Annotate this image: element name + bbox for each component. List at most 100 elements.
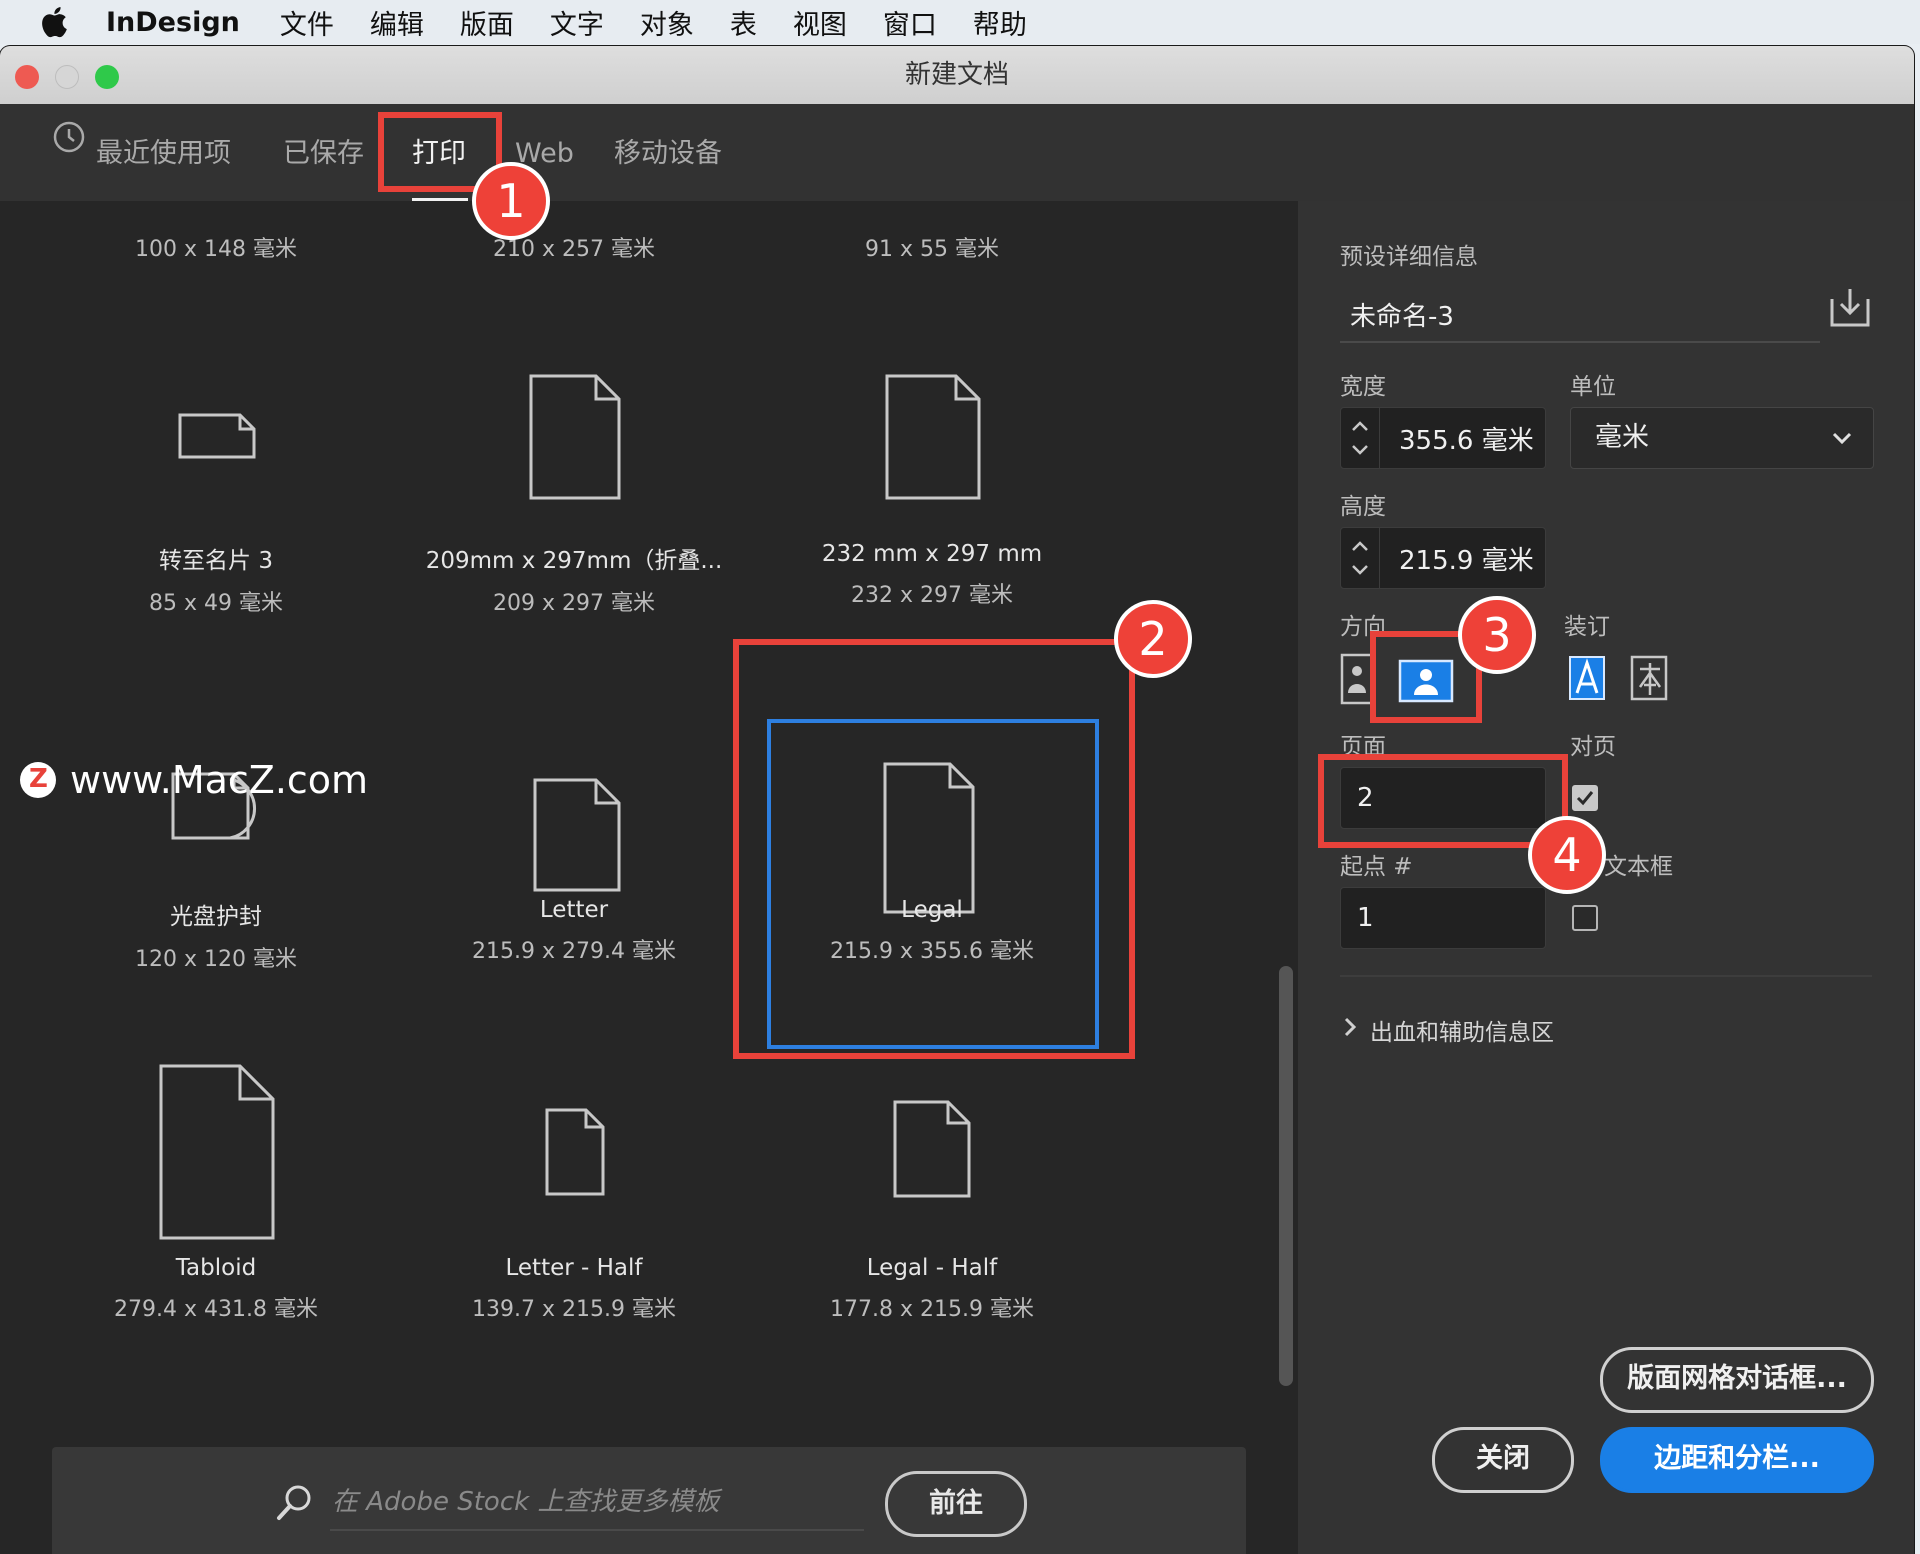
section-title: 预设详细信息: [1340, 244, 1478, 270]
document-preset-icon: [885, 374, 981, 500]
preset-name: Tabloid: [175, 1255, 257, 1281]
menu-edit[interactable]: 编辑: [370, 3, 424, 42]
right-to-left-binding-icon[interactable]: [1628, 653, 1670, 703]
preset-tile-folded[interactable]: 209mm x 297mm（折叠... 209 x 297 毫米: [394, 541, 754, 617]
zoom-window-button[interactable]: [95, 65, 119, 89]
preset-size: 139.7 x 215.9 毫米: [472, 1297, 676, 1322]
preset-tile[interactable]: 100 x 148 毫米: [36, 231, 396, 263]
macz-logo-icon: Z: [20, 762, 56, 798]
panel-divider: [1340, 975, 1872, 977]
preset-tile-legal-half[interactable]: Legal - Half 177.8 x 215.9 毫米: [752, 1255, 1112, 1323]
height-value: 215.9 毫米: [1399, 545, 1534, 576]
preset-name: 232 mm x 297 mm: [821, 541, 1043, 567]
step-badge-4: 4: [1528, 816, 1606, 894]
start-page-value: 1: [1357, 903, 1374, 933]
menu-app-name[interactable]: InDesign: [106, 7, 240, 38]
preset-size: 120 x 120 毫米: [135, 947, 297, 972]
preset-name: 209mm x 297mm（折叠...: [425, 548, 723, 574]
preset-size: 100 x 148 毫米: [135, 237, 297, 262]
minimize-window-button[interactable]: [55, 65, 79, 89]
preset-tile-cd-cover[interactable]: 光盘护封 120 x 120 毫米: [36, 897, 396, 973]
preset-name: Legal - Half: [866, 1255, 998, 1281]
apple-logo-icon[interactable]: [38, 4, 74, 40]
menu-type[interactable]: 文字: [550, 3, 604, 42]
preset-name: Letter - Half: [505, 1255, 643, 1281]
width-stepper[interactable]: [1341, 408, 1380, 468]
height-field[interactable]: 215.9 毫米: [1340, 527, 1546, 589]
start-page-input[interactable]: 1: [1340, 887, 1546, 949]
primary-text-frame-label: 文本框: [1604, 854, 1673, 880]
preset-tile[interactable]: 210 x 257 毫米: [394, 231, 754, 263]
chevron-down-icon: [1832, 432, 1852, 445]
menu-file[interactable]: 文件: [280, 3, 334, 42]
category-tabs: 最近使用项 已保存 打印 Web 移动设备: [0, 104, 1914, 205]
binding-label: 装订: [1564, 614, 1610, 640]
preset-tile-card[interactable]: 转至名片 3 85 x 49 毫米: [36, 541, 396, 617]
go-button[interactable]: 前往: [885, 1471, 1027, 1537]
bleed-slug-section[interactable]: 出血和辅助信息区: [1370, 1013, 1554, 1047]
layout-grid-button[interactable]: 版面网格对话框...: [1600, 1347, 1874, 1413]
tab-mobile[interactable]: 移动设备: [614, 134, 722, 174]
preset-tile-letter-half[interactable]: Letter - Half 139.7 x 215.9 毫米: [394, 1255, 754, 1323]
preset-size: 232 x 297 毫米: [851, 583, 1013, 608]
preset-size: 215.9 x 279.4 毫米: [472, 939, 676, 964]
preset-name: 光盘护封: [170, 904, 262, 930]
save-preset-icon[interactable]: [1828, 285, 1872, 329]
stepper-arrows-icon: [1352, 541, 1368, 575]
tab-recent[interactable]: 最近使用项: [96, 134, 231, 174]
close-window-button[interactable]: [15, 65, 39, 89]
menu-object[interactable]: 对象: [640, 3, 694, 42]
tabloid-preset-icon: [159, 1064, 275, 1240]
facing-pages-checkbox[interactable]: [1572, 785, 1598, 811]
document-preset-icon: [893, 1100, 971, 1198]
checkmark-icon: [1576, 791, 1594, 806]
preset-tile-tabloid[interactable]: Tabloid 279.4 x 431.8 毫米: [36, 1255, 396, 1323]
watermark: Z www.MacZ.com: [20, 755, 368, 805]
preset-size: 85 x 49 毫米: [149, 591, 283, 616]
menu-help[interactable]: 帮助: [973, 3, 1027, 42]
stock-search-input[interactable]: [330, 1475, 864, 1531]
document-preset-icon: [533, 778, 621, 892]
preset-tile-232x297[interactable]: 232 mm x 297 mm 232 x 297 毫米: [752, 541, 1112, 609]
width-label: 宽度: [1340, 374, 1386, 400]
preset-size: 177.8 x 215.9 毫米: [830, 1297, 1034, 1322]
tab-saved[interactable]: 已保存: [283, 134, 364, 174]
menu-layout[interactable]: 版面: [460, 3, 514, 42]
unit-select[interactable]: 毫米: [1570, 407, 1874, 469]
chevron-right-icon[interactable]: [1342, 1015, 1360, 1039]
preset-tile-letter[interactable]: Letter 215.9 x 279.4 毫米: [394, 897, 754, 965]
close-button[interactable]: 关闭: [1432, 1427, 1574, 1493]
portrait-orientation-icon[interactable]: [1340, 653, 1374, 705]
card-preset-icon: [178, 413, 256, 459]
height-label: 高度: [1340, 494, 1386, 520]
preset-size: 210 x 257 毫米: [493, 237, 655, 262]
preset-size: 279.4 x 431.8 毫米: [114, 1297, 318, 1322]
stock-search-bar: 前往: [52, 1447, 1246, 1554]
clock-icon: [53, 121, 85, 153]
step-badge-1: 1: [472, 162, 550, 240]
step-badge-3: 3: [1458, 596, 1536, 674]
new-document-dialog: 新建文档 最近使用项 已保存 打印 Web 移动设备 100 x 148 毫米 …: [0, 46, 1914, 1554]
preset-tile[interactable]: 91 x 55 毫米: [752, 231, 1112, 263]
facing-pages-label: 对页: [1570, 734, 1616, 760]
margins-columns-button[interactable]: 边距和分栏...: [1600, 1427, 1874, 1493]
left-to-right-binding-icon[interactable]: [1566, 653, 1608, 703]
menu-window[interactable]: 窗口: [883, 3, 937, 42]
width-field[interactable]: 355.6 毫米: [1340, 407, 1546, 469]
search-icon: [277, 1485, 311, 1520]
document-preset-icon: [529, 374, 621, 500]
highlight-legal-preset: [733, 639, 1135, 1059]
document-preset-icon: [545, 1108, 605, 1196]
preset-size: 209 x 297 毫米: [493, 591, 655, 616]
preset-details-panel: 预设详细信息 未命名-3 宽度 355.6 毫米 单位 毫米 高度 215.9 …: [1298, 201, 1914, 1554]
grid-scrollbar[interactable]: [1279, 966, 1293, 1386]
width-value: 355.6 毫米: [1399, 425, 1534, 456]
preset-size: 91 x 55 毫米: [865, 237, 999, 262]
menu-view[interactable]: 视图: [793, 3, 847, 42]
primary-text-frame-checkbox[interactable]: [1572, 905, 1598, 931]
start-page-label: 起点 #: [1340, 854, 1413, 880]
menu-table[interactable]: 表: [730, 3, 757, 42]
preset-name: 转至名片 3: [159, 548, 273, 574]
height-stepper[interactable]: [1341, 528, 1380, 588]
preset-name-field[interactable]: 未命名-3: [1340, 293, 1820, 343]
